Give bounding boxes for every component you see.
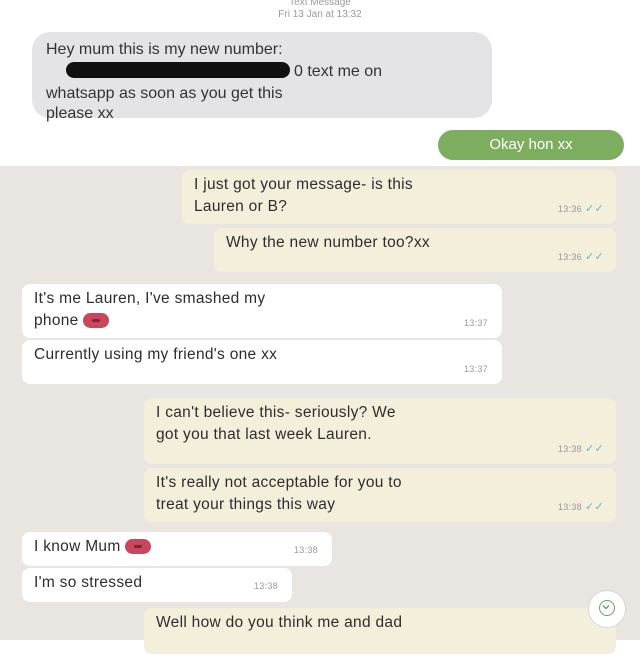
scroll-to-bottom-button[interactable] xyxy=(588,590,626,628)
redacted-phone-number xyxy=(66,62,290,78)
message-text: I'm so stressed xyxy=(34,574,143,591)
message-bubble-incoming: I'm so stressed 13:38 xyxy=(22,568,292,602)
message-text: I can't believe this- seriously? We xyxy=(156,404,396,421)
message-text: Currently using my friend's one xx xyxy=(34,346,278,363)
message-bubble-outgoing: Why the new number too?xx 13:36 ✓✓ xyxy=(214,228,616,272)
message-meta: 13:38 ✓✓ xyxy=(558,438,604,460)
sms-line: Hey mum this is my new number: xyxy=(46,41,283,58)
sms-date-label: Fri 13 Jan at 13:32 xyxy=(278,9,362,20)
message-bubble-outgoing: Well how do you think me and dad xyxy=(144,608,616,654)
message-time: 13:37 xyxy=(463,318,488,328)
message-time: 13:38 xyxy=(557,444,582,454)
message-time: 13:36 xyxy=(557,252,582,262)
message-text: It's me Lauren, I've smashed my xyxy=(34,290,266,307)
message-bubble-incoming: I know Mum 13:38 xyxy=(22,532,332,566)
message-time: 13:38 xyxy=(557,502,582,512)
message-text: I just got your message- is this xyxy=(194,176,413,193)
message-text: It's really not acceptable for you to xyxy=(156,474,402,491)
message-meta: 13:37 xyxy=(464,312,488,334)
sms-outgoing-bubble: Okay hon xx xyxy=(438,130,624,160)
chevron-down-icon xyxy=(599,600,615,616)
message-text: got you that last week Lauren. xyxy=(156,426,372,443)
message-text: treat your things this way xyxy=(156,496,336,513)
double-check-icon: ✓✓ xyxy=(584,251,604,263)
message-text: phone xyxy=(34,312,79,329)
message-text: Lauren or B? xyxy=(194,198,288,215)
message-text: Why the new number too?xx xyxy=(226,234,430,251)
sms-line: whatsapp as soon as you get this xyxy=(46,85,283,102)
message-meta: 13:38 xyxy=(294,539,318,561)
message-time: 13:37 xyxy=(463,364,488,374)
message-bubble-incoming: It's me Lauren, I've smashed my phone 13… xyxy=(22,284,502,338)
sms-line: please xx xyxy=(46,105,114,122)
message-bubble-outgoing: It's really not acceptable for you to tr… xyxy=(144,468,616,522)
message-time: 13:38 xyxy=(293,545,318,555)
message-meta: 13:38 xyxy=(254,575,278,597)
sms-incoming-bubble: Hey mum this is my new number: 0 text me… xyxy=(32,32,492,122)
double-check-icon: ✓✓ xyxy=(584,501,604,513)
message-meta: 13:36 ✓✓ xyxy=(558,198,604,220)
message-bubble-outgoing: I just got your message- is this Lauren … xyxy=(182,170,616,224)
message-bubble-incoming: Currently using my friend's one xx 13:37 xyxy=(22,340,502,384)
message-time: 13:38 xyxy=(253,581,278,591)
double-check-icon: ✓✓ xyxy=(584,443,604,455)
message-text: Well how do you think me and dad xyxy=(156,614,403,631)
double-check-icon: ✓✓ xyxy=(584,203,604,215)
sms-service-label: Text Message xyxy=(289,0,351,8)
sms-screenshot: Text Message Fri 13 Jan at 13:32 Hey mum… xyxy=(0,0,640,166)
sad-face-emoji-icon xyxy=(124,539,151,555)
message-text: I know Mum xyxy=(34,538,121,555)
message-meta: 13:37 xyxy=(464,358,488,380)
sad-face-emoji-icon xyxy=(82,313,109,329)
message-bubble-outgoing: I can't believe this- seriously? We got … xyxy=(144,398,616,464)
sms-line: 0 text me on xyxy=(294,63,383,80)
message-time: 13:36 xyxy=(557,204,582,214)
message-meta: 13:36 ✓✓ xyxy=(558,246,604,268)
message-meta: 13:38 ✓✓ xyxy=(558,496,604,518)
